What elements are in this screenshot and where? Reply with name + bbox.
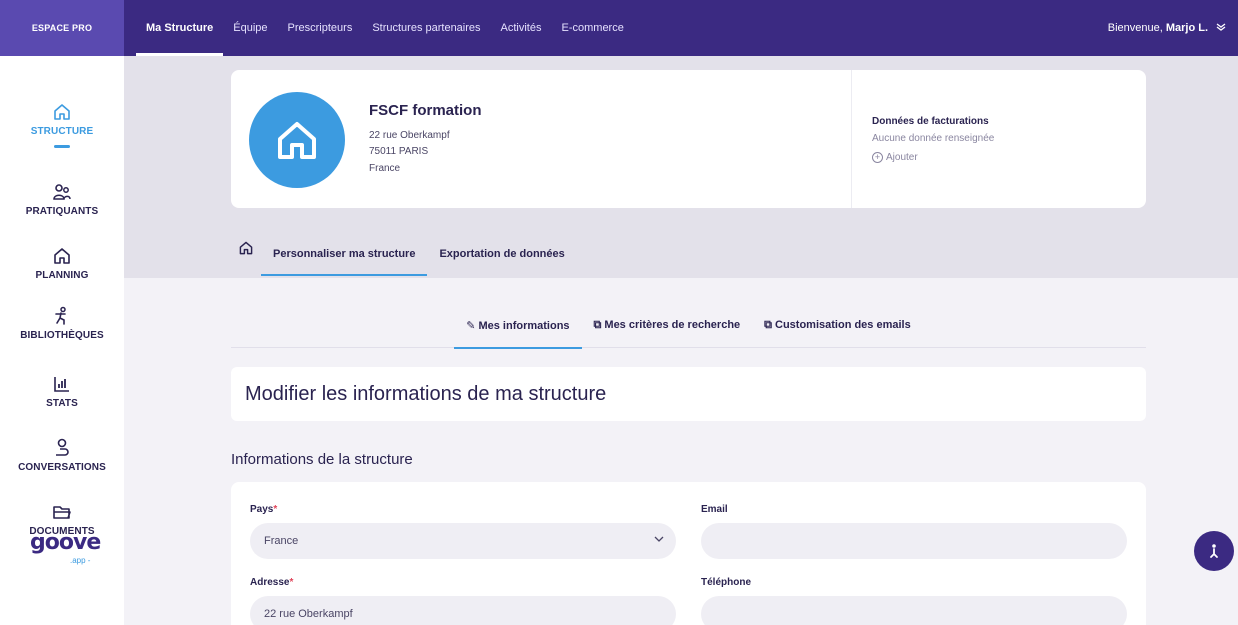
telephone-field[interactable]: [701, 596, 1127, 625]
espace-pro-brand[interactable]: ESPACE PRO: [0, 0, 124, 56]
sidebar-item-planning[interactable]: PLANNING: [0, 246, 124, 281]
chevron-down-icon: [654, 534, 664, 547]
folder-icon: [53, 506, 71, 519]
pays-select[interactable]: France: [250, 523, 676, 559]
welcome-text: Bienvenue,: [1107, 22, 1163, 34]
edit-icon: ✎: [466, 320, 476, 332]
sidebar-item-conversations[interactable]: CONVERSATIONS: [0, 438, 124, 473]
sub-tabs: ✎ Mes informations ⧉ Mes critères de reche…: [231, 312, 1146, 349]
form-card: Pays* France Email Adresse* 22 rue Oberk…: [231, 482, 1146, 625]
nav-ma-structure[interactable]: Ma Structure: [136, 0, 224, 56]
billing-subtitle: Aucune donnée renseignée: [872, 133, 995, 144]
structure-name: FSCF formation: [369, 102, 482, 119]
sidebar-label-planning: PLANNING: [35, 270, 89, 281]
copy-icon: ⧉: [764, 319, 773, 331]
pays-label-text: Pays: [250, 504, 274, 515]
subtab-emails[interactable]: ⧉ Customisation des emails: [752, 312, 923, 348]
subtab-label: Customisation des emails: [775, 319, 911, 331]
nav-equipe[interactable]: Équipe: [223, 0, 277, 56]
user-menu[interactable]: Bienvenue, Marjo L.: [1108, 0, 1226, 56]
sidebar-item-pratiquants[interactable]: PRATIQUANTS: [0, 182, 124, 217]
accessibility-button[interactable]: [1194, 531, 1234, 571]
page-title: Modifier les informations de ma structur…: [245, 383, 607, 405]
sidebar-label-conversations: CONVERSATIONS: [18, 462, 106, 473]
card-divider: [851, 70, 852, 208]
adresse-label-text: Adresse: [250, 577, 290, 588]
bar-chart-icon: [54, 377, 69, 392]
email-field[interactable]: [701, 523, 1127, 559]
sidebar-label-structure: STRUCTURE: [30, 126, 94, 137]
pays-label: Pays*: [250, 504, 277, 515]
plus-circle-icon: +: [872, 152, 883, 163]
required-mark: *: [273, 504, 278, 515]
sidebar-item-stats[interactable]: STATS: [0, 374, 124, 409]
email-label: Email: [701, 504, 728, 515]
nav-activites[interactable]: Activités: [491, 0, 552, 56]
sidebar-item-structure[interactable]: STRUCTURE: [0, 102, 124, 148]
adresse-field[interactable]: 22 rue Oberkampf: [250, 596, 676, 625]
goove-logo[interactable]: goove .app -: [30, 530, 101, 570]
logo-text: goove: [30, 530, 101, 555]
subtab-mes-informations[interactable]: ✎ Mes informations: [454, 312, 582, 349]
people-icon: [53, 184, 71, 200]
logo-tag: .app -: [70, 556, 91, 565]
required-mark: *: [289, 577, 294, 588]
top-bar: ESPACE PRO Ma Structure Équipe Prescript…: [0, 0, 1238, 56]
active-indicator: [54, 145, 70, 148]
tab-exportation[interactable]: Exportation de données: [427, 240, 576, 276]
tab-personnaliser[interactable]: Personnaliser ma structure: [261, 240, 428, 276]
home-icon: [54, 104, 70, 120]
subtab-label: Mes informations: [478, 320, 570, 332]
billing-add-label: Ajouter: [886, 152, 918, 163]
nav-prescripteurs[interactable]: Prescripteurs: [278, 0, 363, 56]
pays-value: France: [264, 535, 299, 547]
user-name: Marjo L.: [1165, 22, 1208, 34]
nav-e-commerce[interactable]: E-commerce: [552, 0, 634, 56]
sidebar-item-bibliotheques[interactable]: BIBLIOTHÈQUES: [0, 306, 124, 341]
sidebar-label-bibliotheques: BIBLIOTHÈQUES: [20, 330, 104, 341]
page-title-card: Modifier les informations de ma structur…: [231, 367, 1146, 421]
tab-home[interactable]: [231, 240, 261, 270]
main-tabs: Personnaliser ma structure Exportation d…: [231, 240, 577, 276]
chevron-down-icon: [1216, 22, 1226, 35]
structure-address1: 22 rue Oberkampf: [369, 130, 450, 141]
structure-country: France: [369, 163, 401, 174]
copy-icon: ⧉: [593, 319, 602, 331]
chat-icon: [56, 438, 69, 456]
structure-card: FSCF formation 22 rue Oberkampf 75011 PA…: [231, 70, 1146, 208]
adresse-value: 22 rue Oberkampf: [264, 608, 353, 620]
accessibility-icon: [1210, 544, 1218, 558]
nav-structures-partenaires[interactable]: Structures partenaires: [362, 0, 490, 56]
home-icon: [239, 241, 253, 255]
billing-title: Données de facturations: [872, 116, 989, 127]
sidebar-label-pratiquants: PRATIQUANTS: [25, 206, 99, 217]
top-nav: Ma Structure Équipe Prescripteurs Struct…: [124, 0, 634, 56]
section-title: Informations de la structure: [231, 451, 413, 468]
sidebar-label-stats: STATS: [46, 398, 78, 409]
subtab-label: Mes critères de recherche: [604, 319, 741, 331]
structure-address2: 75011 PARIS: [369, 146, 429, 157]
billing-add-button[interactable]: + Ajouter: [872, 152, 918, 163]
adresse-label: Adresse*: [250, 577, 293, 588]
subtab-criteres[interactable]: ⧉ Mes critères de recherche: [582, 312, 753, 348]
home-icon: [54, 248, 70, 264]
structure-avatar[interactable]: [249, 92, 345, 188]
home-icon: [278, 122, 316, 159]
telephone-label: Téléphone: [701, 577, 752, 588]
runner-icon: [55, 306, 66, 325]
